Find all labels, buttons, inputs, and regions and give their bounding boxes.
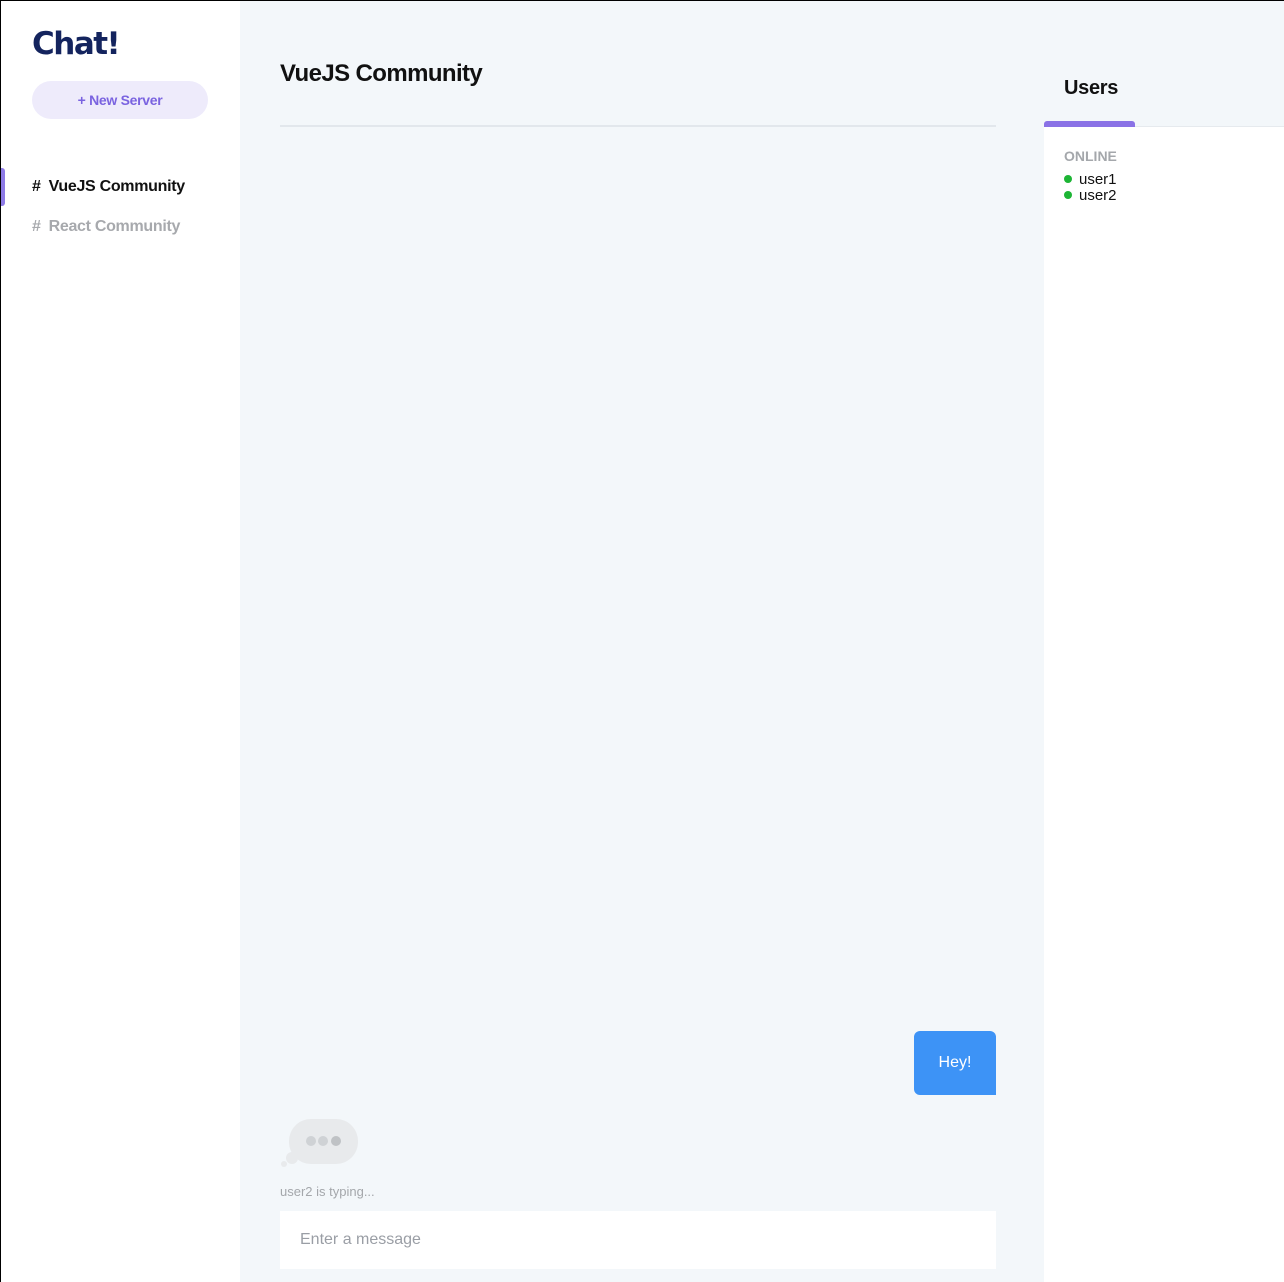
- users-panel: Users ONLINE user1 user2: [1044, 0, 1284, 1282]
- message-input[interactable]: [280, 1211, 996, 1269]
- online-status-icon: [1064, 175, 1072, 183]
- typing-bubble-icon: [281, 1119, 358, 1167]
- tab-underline: [1044, 121, 1135, 127]
- server-sidebar: Chat! + New Server # VueJS Community # R…: [0, 0, 240, 1282]
- server-item-react-community[interactable]: # React Community: [0, 207, 240, 247]
- users-tabs: Users: [1044, 0, 1284, 127]
- user-item[interactable]: user1: [1064, 170, 1117, 188]
- tab-users[interactable]: Users: [1064, 77, 1118, 100]
- message-bubble-own: Hey!: [914, 1031, 996, 1095]
- user-item[interactable]: user2: [1064, 186, 1117, 204]
- typing-indicator-text: user2 is typing...: [280, 1184, 375, 1199]
- user-name: user1: [1079, 170, 1117, 188]
- user-list: user1 user2: [1064, 170, 1117, 204]
- server-item-vuejs-community[interactable]: # VueJS Community: [0, 167, 240, 207]
- header-divider: [280, 125, 996, 127]
- app-logo: Chat!: [32, 26, 121, 62]
- server-item-label: React Community: [48, 218, 181, 235]
- hash-icon: #: [32, 218, 41, 235]
- channel-title: VueJS Community: [280, 60, 483, 87]
- hash-icon: #: [32, 178, 41, 195]
- active-indicator: [0, 168, 5, 206]
- server-list: # VueJS Community # React Community: [0, 167, 240, 247]
- new-server-button[interactable]: + New Server: [32, 81, 208, 119]
- user-name: user2: [1079, 186, 1117, 204]
- online-section-label: ONLINE: [1064, 148, 1117, 164]
- online-status-icon: [1064, 191, 1072, 199]
- server-item-label: VueJS Community: [48, 178, 186, 195]
- chat-main: VueJS Community Hey! user2 is typing...: [240, 0, 1044, 1282]
